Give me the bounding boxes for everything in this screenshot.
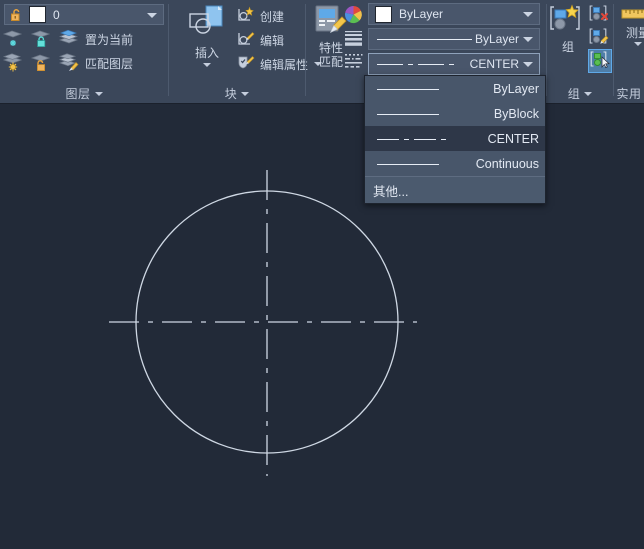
layer-isolate-button[interactable] xyxy=(2,52,24,75)
match-properties-label-1: 特性 xyxy=(318,41,343,55)
drawing-canvas[interactable] xyxy=(0,104,644,549)
group-selection-toggle[interactable] xyxy=(588,49,612,73)
ungroup-button[interactable] xyxy=(589,4,609,26)
block-create-label: 创建 xyxy=(260,9,285,24)
layer-unlock-button[interactable] xyxy=(30,52,52,75)
panel-label-utilities: 实用 xyxy=(614,85,644,102)
panel-label-group-text: 组 xyxy=(567,87,581,101)
lineweight-icon[interactable] xyxy=(344,30,363,50)
linetype-option-bylayer[interactable]: ByLayer xyxy=(365,76,545,101)
linetype-option-byblock-label: ByBlock xyxy=(493,106,539,121)
match-properties-label-2: 匹配 xyxy=(318,55,343,69)
object-color-combo[interactable]: ByLayer xyxy=(368,3,540,25)
block-insert-label: 插入 xyxy=(194,46,219,60)
linetype-option-continuous[interactable]: Continuous xyxy=(365,151,545,176)
panel-label-group: 组 xyxy=(547,85,613,102)
block-edit-button[interactable]: 编辑 xyxy=(237,30,284,50)
object-color-swatch[interactable] xyxy=(375,5,392,23)
chevron-down-icon[interactable] xyxy=(523,37,533,42)
block-create-icon xyxy=(237,6,255,26)
color-wheel-icon[interactable] xyxy=(344,5,363,27)
linetype-dropdown-list[interactable]: ByLayer ByBlock CENTER Continuous 其他... xyxy=(364,75,546,204)
chevron-down-icon[interactable] xyxy=(147,12,157,18)
layer-match-icon xyxy=(58,52,80,75)
linetype-preview-solid xyxy=(373,159,476,169)
group-create-label: 组 xyxy=(561,40,574,54)
block-insert-icon xyxy=(186,4,228,45)
layer-combo-value: 0 xyxy=(53,7,60,22)
ribbon-bar: 0 置为当前 匹配图层 图层 插入 创建 编辑 编辑属性 块 特性 匹配 ByL… xyxy=(0,0,644,104)
layer-freeze-icon xyxy=(2,28,24,51)
ribbon-panel-block: 插入 创建 编辑 编辑属性 块 xyxy=(169,0,323,104)
measure-button[interactable]: 测量 xyxy=(618,6,644,46)
group-create-button[interactable]: 组 xyxy=(549,4,587,54)
lineweight-combo[interactable]: ByLayer xyxy=(368,28,540,50)
chevron-down-icon[interactable] xyxy=(634,42,642,46)
linetype-option-center[interactable]: CENTER xyxy=(365,126,545,151)
linetype-preview-center xyxy=(375,58,470,70)
linetype-option-other[interactable]: 其他... xyxy=(365,176,545,203)
layer-isolate-icon xyxy=(2,52,24,75)
layer-match-label: 匹配图层 xyxy=(85,57,134,71)
layer-set-current-button[interactable]: 置为当前 xyxy=(58,28,133,51)
block-edit-icon xyxy=(237,30,255,50)
linetype-icon[interactable] xyxy=(344,53,363,73)
linetype-option-continuous-label: Continuous xyxy=(475,156,539,171)
linetype-preview-center xyxy=(373,134,488,144)
block-attribute-icon xyxy=(237,54,255,74)
block-insert-button[interactable]: 插入 xyxy=(177,4,237,67)
lineweight-preview xyxy=(375,33,475,45)
linetype-combo[interactable]: CENTER xyxy=(368,53,540,75)
block-attribute-label: 编辑属性 xyxy=(260,57,309,72)
linetype-value: CENTER xyxy=(469,57,519,71)
ribbon-panel-layers: 0 置为当前 匹配图层 图层 xyxy=(0,0,168,104)
unlock-icon[interactable] xyxy=(10,8,23,22)
measure-ruler-icon xyxy=(621,6,644,25)
linetype-option-byblock[interactable]: ByBlock xyxy=(365,101,545,126)
panel-label-layers-text: 图层 xyxy=(65,87,91,101)
panel-label-block: 块 xyxy=(169,85,305,102)
layer-unlock-icon xyxy=(30,52,52,75)
chevron-down-icon[interactable] xyxy=(584,91,593,96)
chevron-down-icon[interactable] xyxy=(203,63,211,67)
chevron-down-icon[interactable] xyxy=(523,12,533,17)
ungroup-icon xyxy=(589,4,609,26)
autocad-window: 0 置为当前 匹配图层 图层 插入 创建 编辑 编辑属性 块 特性 匹配 ByL… xyxy=(0,0,644,549)
chevron-down-icon[interactable] xyxy=(523,62,533,67)
chevron-down-icon[interactable] xyxy=(94,91,103,96)
layer-lock-icon xyxy=(30,28,52,51)
layer-color-swatch[interactable] xyxy=(29,6,46,23)
linetype-preview-solid xyxy=(373,84,493,94)
linetype-preview-solid xyxy=(373,109,494,119)
ribbon-panel-group: 组 组 xyxy=(547,0,613,104)
panel-label-layers: 图层 xyxy=(0,85,168,102)
block-create-button[interactable]: 创建 xyxy=(237,6,284,26)
object-color-value: ByLayer xyxy=(399,7,444,21)
layer-freeze-button[interactable] xyxy=(2,28,24,51)
lineweight-value: ByLayer xyxy=(474,32,519,46)
group-edit-icon xyxy=(589,27,609,49)
layer-match-button[interactable]: 匹配图层 xyxy=(58,52,133,75)
layer-set-current-icon xyxy=(58,28,80,51)
linetype-option-other-label: 其他... xyxy=(373,184,409,199)
block-edit-label: 编辑 xyxy=(260,33,285,48)
layer-combo[interactable]: 0 xyxy=(4,4,164,25)
panel-label-block-text: 块 xyxy=(224,87,238,101)
linetype-option-bylayer-label: ByLayer xyxy=(493,81,539,96)
layer-set-current-label: 置为当前 xyxy=(85,33,134,47)
linetype-option-center-label: CENTER xyxy=(487,131,539,146)
panel-label-utilities-text: 实用 xyxy=(616,87,642,101)
group-edit-button[interactable] xyxy=(589,27,609,49)
measure-label: 测量 xyxy=(625,26,644,40)
chevron-down-icon[interactable] xyxy=(241,91,250,96)
layer-lock-button[interactable] xyxy=(30,28,52,51)
ribbon-panel-utilities: 测量 实用 xyxy=(614,0,644,104)
group-selection-icon xyxy=(590,50,610,72)
group-create-icon xyxy=(550,4,586,39)
